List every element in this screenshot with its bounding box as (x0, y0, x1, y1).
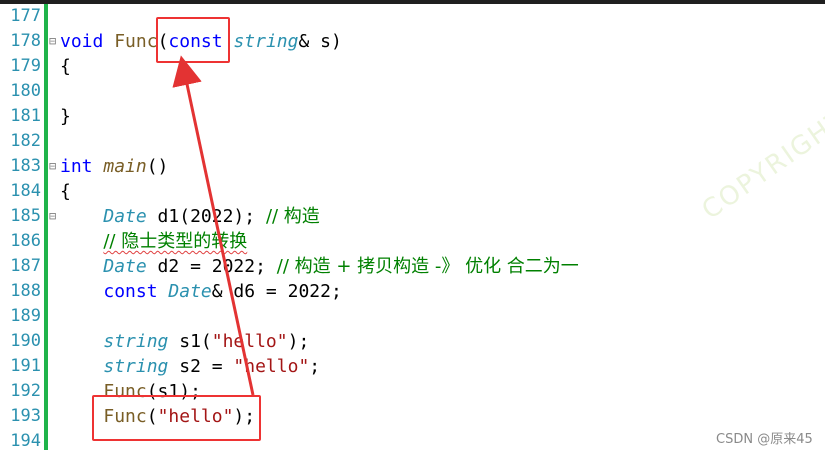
line-number: 179 (10, 56, 41, 76)
code-line[interactable]: 186 // 隐士类型的转换 (0, 229, 825, 254)
code-token: { (60, 56, 71, 77)
code-text: { (60, 54, 71, 79)
code-line[interactable]: 181} (0, 104, 825, 129)
line-number: 186 (10, 231, 41, 251)
line-number: 194 (10, 431, 41, 451)
code-text: // 隐士类型的转换 (60, 229, 247, 254)
code-text: } (60, 104, 71, 129)
code-line[interactable]: 183 ⊟ int main() (0, 154, 825, 179)
line-number: 189 (10, 306, 41, 326)
annotation-box-const (156, 17, 230, 63)
code-line[interactable]: 191 string s2 = "hello"; (0, 354, 825, 379)
code-text: Date d2 = 2022; // 构造 + 拷贝构造 -》 优化 合二为一 (60, 254, 579, 279)
code-token: d1(2022); (146, 206, 266, 227)
code-token: & s) (298, 31, 342, 52)
line-number: 187 (10, 256, 41, 276)
code-text: const Date& d6 = 2022; (60, 279, 342, 304)
line-number: 190 (10, 331, 41, 351)
code-line[interactable]: 180 (0, 79, 825, 104)
code-token: string (103, 331, 169, 352)
code-line[interactable]: 177 (0, 4, 825, 29)
code-line[interactable]: 188 const Date& d6 = 2022; (0, 279, 825, 304)
line-number: 178 (10, 31, 41, 51)
code-token: Func (114, 31, 158, 52)
annotation-box-func-hello (92, 395, 261, 441)
line-number: 191 (10, 356, 41, 376)
code-token: // 隐士类型的转换 (103, 231, 248, 252)
code-token: () (146, 156, 169, 177)
fold-toggle-icon[interactable]: ⊟ (49, 29, 59, 54)
code-token: // 构造 + 拷贝构造 -》 优化 合二为一 (276, 256, 579, 277)
code-line[interactable]: 189 (0, 304, 825, 329)
code-token: "hello" (211, 331, 288, 352)
code-text: { (60, 179, 71, 204)
code-token: // 构造 (265, 206, 320, 227)
fold-toggle-icon[interactable]: ⊟ (49, 204, 59, 229)
line-number: 193 (10, 406, 41, 426)
line-number: 184 (10, 181, 41, 201)
line-number: 183 (10, 156, 41, 176)
code-token: const (103, 281, 158, 302)
fold-toggle-icon[interactable]: ⊟ (49, 154, 59, 179)
code-token: ; (309, 356, 321, 377)
code-token: main (103, 156, 147, 177)
code-token: "hello" (233, 356, 310, 377)
code-text: string s2 = "hello"; (60, 354, 320, 379)
code-line[interactable]: 178 ⊟ void Func(const string& s) (0, 29, 825, 54)
csdn-credit: CSDN @原来45 (716, 432, 813, 447)
code-token: } (60, 106, 71, 127)
code-token: { (60, 181, 71, 202)
code-token: & d6 = 2022; (211, 281, 342, 302)
line-number: 185 (10, 206, 41, 226)
code-token: string (233, 31, 299, 52)
code-token: int (60, 156, 93, 177)
code-line[interactable]: 187 Date d2 = 2022; // 构造 + 拷贝构造 -》 优化 合… (0, 254, 825, 279)
code-token: Date (168, 281, 212, 302)
line-number: 182 (10, 131, 41, 151)
code-token: d2 = 2022; (146, 256, 277, 277)
code-token: Date (103, 206, 147, 227)
line-number: 177 (10, 6, 41, 26)
code-token: s2 = (168, 356, 234, 377)
code-token: void (60, 31, 104, 52)
code-line[interactable]: 179 { (0, 54, 825, 79)
line-number: 180 (10, 81, 41, 101)
code-text: string s1("hello"); (60, 329, 309, 354)
code-token: Date (103, 256, 147, 277)
code-text: Date d1(2022); // 构造 (60, 204, 320, 229)
code-line[interactable]: 190 string s1("hello"); (0, 329, 825, 354)
code-line[interactable]: 182 (0, 129, 825, 154)
line-number: 188 (10, 281, 41, 301)
code-token: string (103, 356, 169, 377)
code-token: ); (287, 331, 310, 352)
code-token: s1( (168, 331, 212, 352)
code-text: int main() (60, 154, 168, 179)
line-number: 181 (10, 106, 41, 126)
line-number: 192 (10, 381, 41, 401)
